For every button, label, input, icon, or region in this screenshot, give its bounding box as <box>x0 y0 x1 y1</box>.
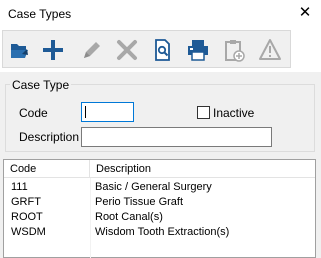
row-code: WSDM <box>11 226 46 238</box>
preview-icon[interactable] <box>149 37 175 63</box>
table-row[interactable]: WSDM Wisdom Tooth Extraction(s) <box>4 225 315 240</box>
row-code: ROOT <box>11 211 43 223</box>
column-header-description[interactable]: Description <box>90 160 315 178</box>
edit-pencil-icon[interactable] <box>79 37 105 63</box>
table-row[interactable]: ROOT Root Canal(s) <box>4 210 315 225</box>
row-description: Perio Tissue Graft <box>95 196 184 208</box>
inactive-label[interactable]: Inactive <box>213 106 254 120</box>
text-caret <box>85 106 86 118</box>
code-label: Code <box>19 106 48 120</box>
table-row[interactable]: GRFT Perio Tissue Graft <box>4 195 315 210</box>
row-description: Root Canal(s) <box>95 211 163 223</box>
inactive-checkbox[interactable] <box>197 106 210 119</box>
description-input[interactable] <box>81 127 272 147</box>
delete-x-icon[interactable] <box>114 37 140 63</box>
toolbar <box>2 30 291 68</box>
table-header: Code Description <box>4 160 315 178</box>
window-title: Case Types <box>8 7 72 21</box>
table-row[interactable]: 111 Basic / General Surgery <box>4 180 315 195</box>
close-icon[interactable]: ✕ <box>295 3 315 23</box>
clipboard-add-icon[interactable] <box>221 37 247 63</box>
printer-icon[interactable] <box>185 37 211 63</box>
row-code: 111 <box>11 181 28 193</box>
column-header-code[interactable]: Code <box>4 160 90 178</box>
row-code: GRFT <box>11 196 41 208</box>
description-label: Description <box>19 130 80 144</box>
case-type-group-label: Case Type <box>10 78 72 92</box>
warning-icon[interactable] <box>257 37 283 63</box>
row-description: Basic / General Surgery <box>95 181 212 193</box>
case-types-table[interactable]: Code Description 111 Basic / General Sur… <box>3 159 316 258</box>
code-input[interactable] <box>81 102 134 122</box>
row-description: Wisdom Tooth Extraction(s) <box>95 226 230 238</box>
title-bar: Case Types ✕ <box>0 0 321 26</box>
add-plus-icon[interactable] <box>40 37 66 63</box>
open-folder-icon[interactable] <box>8 37 34 63</box>
